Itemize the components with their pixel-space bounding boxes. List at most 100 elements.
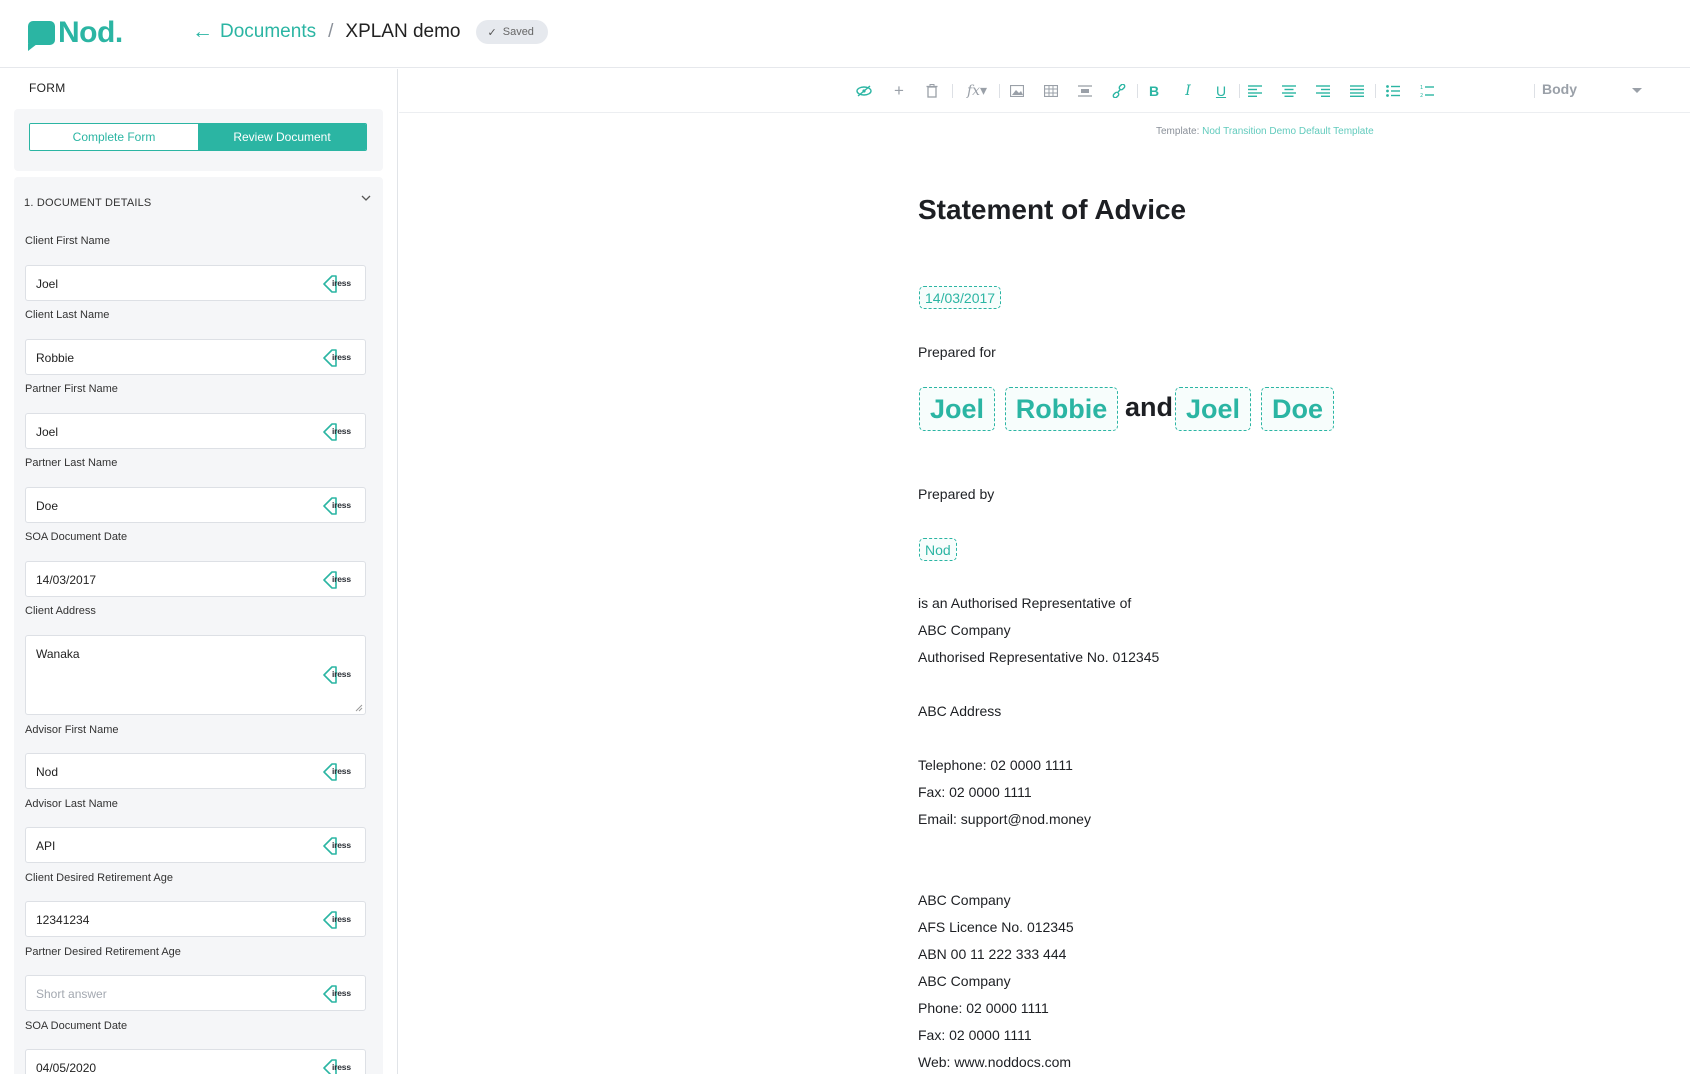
field-label: SOA Document Date xyxy=(25,1020,128,1032)
field-value: 12341234 xyxy=(36,913,90,927)
field-value: Nod xyxy=(36,765,59,779)
iress-sync-icon[interactable]: iress xyxy=(323,347,355,369)
partner-last-name-chip[interactable]: Doe xyxy=(1261,387,1334,431)
advisor-variable-chip[interactable]: Nod xyxy=(919,538,957,561)
iress-label: iress xyxy=(332,500,351,510)
document-text-line: is an Authorised Representative of xyxy=(918,595,1132,611)
prepared-for-label: Prepared for xyxy=(918,344,996,360)
iress-label: iress xyxy=(332,669,351,679)
and-text: and xyxy=(1125,392,1174,422)
document-text-line: Phone: 02 0000 1111 xyxy=(918,1000,1049,1016)
partner-first-name-chip[interactable]: Joel xyxy=(1175,387,1251,431)
editor-toolbar: + fx▾ B I U 12 Body xyxy=(399,69,1690,113)
date-variable-chip[interactable]: 14/03/2017 xyxy=(919,286,1002,309)
template-info: Template: Nod Transition Demo Default Te… xyxy=(1156,126,1374,137)
form-field-input[interactable]: API iress xyxy=(25,827,366,863)
document-title[interactable]: Statement of Advice xyxy=(918,194,1186,226)
iress-sync-icon[interactable]: iress xyxy=(323,495,355,517)
iress-sync-icon[interactable]: iress xyxy=(323,835,355,857)
nod-logo[interactable]: Nod. xyxy=(28,16,123,51)
image-icon[interactable] xyxy=(1007,81,1027,101)
field-value: 14/03/2017 xyxy=(36,573,97,587)
template-prefix: Template: xyxy=(1156,126,1200,137)
prepared-by-label: Prepared by xyxy=(918,486,995,502)
section-title: 1. DOCUMENT DETAILS xyxy=(24,197,152,209)
function-icon[interactable]: fx▾ xyxy=(962,81,992,101)
form-field-input[interactable]: Short answer iress xyxy=(25,975,366,1011)
form-field-input[interactable]: Robbie iress xyxy=(25,339,366,375)
iress-sync-icon[interactable]: iress xyxy=(323,1057,355,1074)
client-last-name-chip[interactable]: Robbie xyxy=(1005,387,1118,431)
saved-status-text: Saved xyxy=(502,26,534,38)
field-label: Partner First Name xyxy=(25,383,118,395)
align-right-icon[interactable] xyxy=(1313,81,1333,101)
text-style-select[interactable]: Body xyxy=(1542,81,1642,101)
field-value: 04/05/2020 xyxy=(36,1061,97,1074)
align-center-icon[interactable] xyxy=(1279,81,1299,101)
numbered-list-icon[interactable]: 12 xyxy=(1417,81,1437,101)
form-field-input[interactable]: 12341234 iress xyxy=(25,901,366,937)
iress-sync-icon[interactable]: iress xyxy=(323,983,355,1005)
form-panel: FORM Complete Form Review Document 1. DO… xyxy=(0,69,398,1074)
breadcrumb: ← Documents / XPLAN demo ✓ Saved xyxy=(192,20,548,44)
logo-text: Nod. xyxy=(58,16,123,49)
toolbar-separator xyxy=(1534,84,1535,98)
field-label: Client Address xyxy=(25,605,96,617)
iress-sync-icon[interactable]: iress xyxy=(323,664,355,686)
resize-handle-icon[interactable] xyxy=(355,704,363,712)
document-text-line: Web: www.noddocs.com xyxy=(918,1054,1072,1070)
iress-sync-icon[interactable]: iress xyxy=(323,909,355,931)
link-icon[interactable] xyxy=(1109,81,1129,101)
form-field-input[interactable]: Nod iress xyxy=(25,753,366,789)
form-field-input[interactable]: Joel iress xyxy=(25,265,366,301)
document-text-line: ABC Company xyxy=(918,892,1011,908)
align-left-icon[interactable] xyxy=(1245,81,1265,101)
document-details-section: 1. DOCUMENT DETAILS Client First Name Joe… xyxy=(14,177,383,1074)
review-document-tab[interactable]: Review Document xyxy=(198,124,366,150)
bold-icon[interactable]: B xyxy=(1144,81,1164,101)
field-value: Wanaka xyxy=(36,647,80,661)
document-text-line: Fax: 02 0000 1111 xyxy=(918,784,1032,800)
iress-label: iress xyxy=(332,278,351,288)
document-text-line: ABC Company xyxy=(918,622,1011,638)
field-label: Client First Name xyxy=(25,235,110,247)
svg-text:2: 2 xyxy=(1420,93,1423,98)
form-field-input[interactable]: 14/03/2017 iress xyxy=(25,561,366,597)
document-text-line: Fax: 02 0000 1111 xyxy=(918,1027,1032,1043)
trash-icon[interactable] xyxy=(922,81,942,101)
complete-form-tab[interactable]: Complete Form xyxy=(30,124,198,150)
top-bar: Nod. ← Documents / XPLAN demo ✓ Saved xyxy=(0,0,1690,68)
document-text-line: ABC Address xyxy=(918,703,1002,719)
template-name-link[interactable]: Nod Transition Demo Default Template xyxy=(1202,126,1374,137)
document-text-line: Email: support@nod.money xyxy=(918,811,1091,827)
italic-icon[interactable]: I xyxy=(1178,81,1198,101)
bullet-list-icon[interactable] xyxy=(1383,81,1403,101)
iress-sync-icon[interactable]: iress xyxy=(323,421,355,443)
field-label: Client Desired Retirement Age xyxy=(25,872,173,884)
iress-sync-icon[interactable]: iress xyxy=(323,569,355,591)
form-field-input[interactable]: Joel iress xyxy=(25,413,366,449)
underline-icon[interactable]: U xyxy=(1211,81,1231,101)
chat-bubble-icon xyxy=(28,21,55,51)
arrow-left-icon: ← xyxy=(192,20,213,43)
table-icon[interactable] xyxy=(1041,81,1061,101)
toolbar-separator xyxy=(1375,84,1376,98)
form-field-input[interactable]: 04/05/2020 iress xyxy=(25,1049,366,1074)
toolbar-separator xyxy=(1239,84,1240,98)
mode-toggle-container: Complete Form Review Document xyxy=(14,109,383,171)
field-value: Robbie xyxy=(36,351,75,365)
client-first-name-chip[interactable]: Joel xyxy=(919,387,995,431)
iress-label: iress xyxy=(332,352,351,362)
plus-icon[interactable]: + xyxy=(889,81,909,101)
hide-icon[interactable] xyxy=(854,81,874,101)
iress-label: iress xyxy=(332,426,351,436)
form-field-input[interactable]: Wanaka iress xyxy=(25,635,366,715)
align-justify-icon[interactable] xyxy=(1347,81,1367,101)
form-field-input[interactable]: Doe iress xyxy=(25,487,366,523)
toolbar-separator xyxy=(1137,84,1138,98)
back-to-documents-link[interactable]: ← Documents xyxy=(192,20,316,44)
divider-icon[interactable] xyxy=(1075,81,1095,101)
chevron-down-icon[interactable] xyxy=(361,193,371,203)
iress-sync-icon[interactable]: iress xyxy=(323,273,355,295)
iress-sync-icon[interactable]: iress xyxy=(323,761,355,783)
